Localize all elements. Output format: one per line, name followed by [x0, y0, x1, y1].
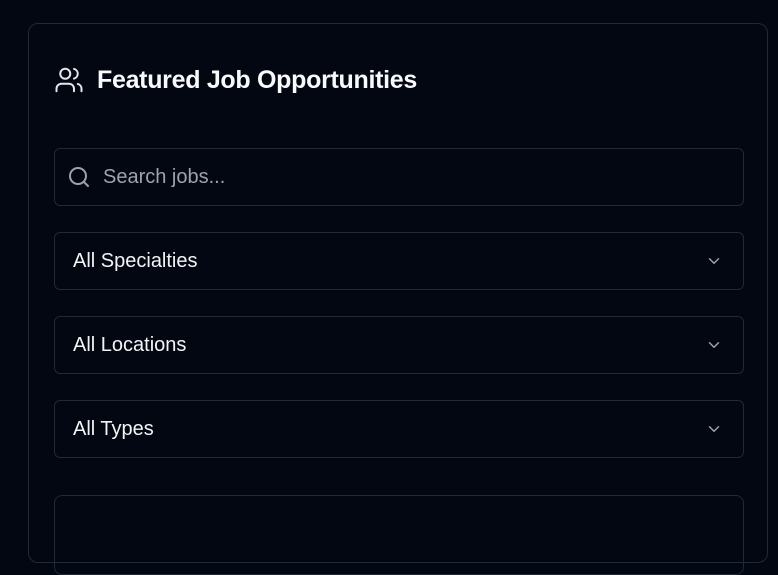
- card-header: Featured Job Opportunities: [54, 60, 417, 100]
- job-listing-card[interactable]: [54, 495, 744, 575]
- search-icon: [67, 165, 91, 189]
- type-select[interactable]: All Types: [54, 400, 744, 458]
- type-select-value: All Types: [73, 418, 154, 440]
- specialty-select-value: All Specialties: [73, 250, 198, 272]
- location-select[interactable]: All Locations: [54, 316, 744, 374]
- specialty-select[interactable]: All Specialties: [54, 232, 744, 290]
- users-icon: [54, 65, 84, 95]
- chevron-down-icon: [705, 252, 723, 270]
- page-title: Featured Job Opportunities: [97, 65, 417, 94]
- location-select-value: All Locations: [73, 334, 187, 356]
- job-opportunities-card: Featured Job Opportunities All Specialti…: [28, 23, 768, 575]
- search-box[interactable]: [54, 148, 744, 206]
- chevron-down-icon: [705, 336, 723, 354]
- search-input[interactable]: [103, 149, 723, 205]
- chevron-down-icon: [705, 420, 723, 438]
